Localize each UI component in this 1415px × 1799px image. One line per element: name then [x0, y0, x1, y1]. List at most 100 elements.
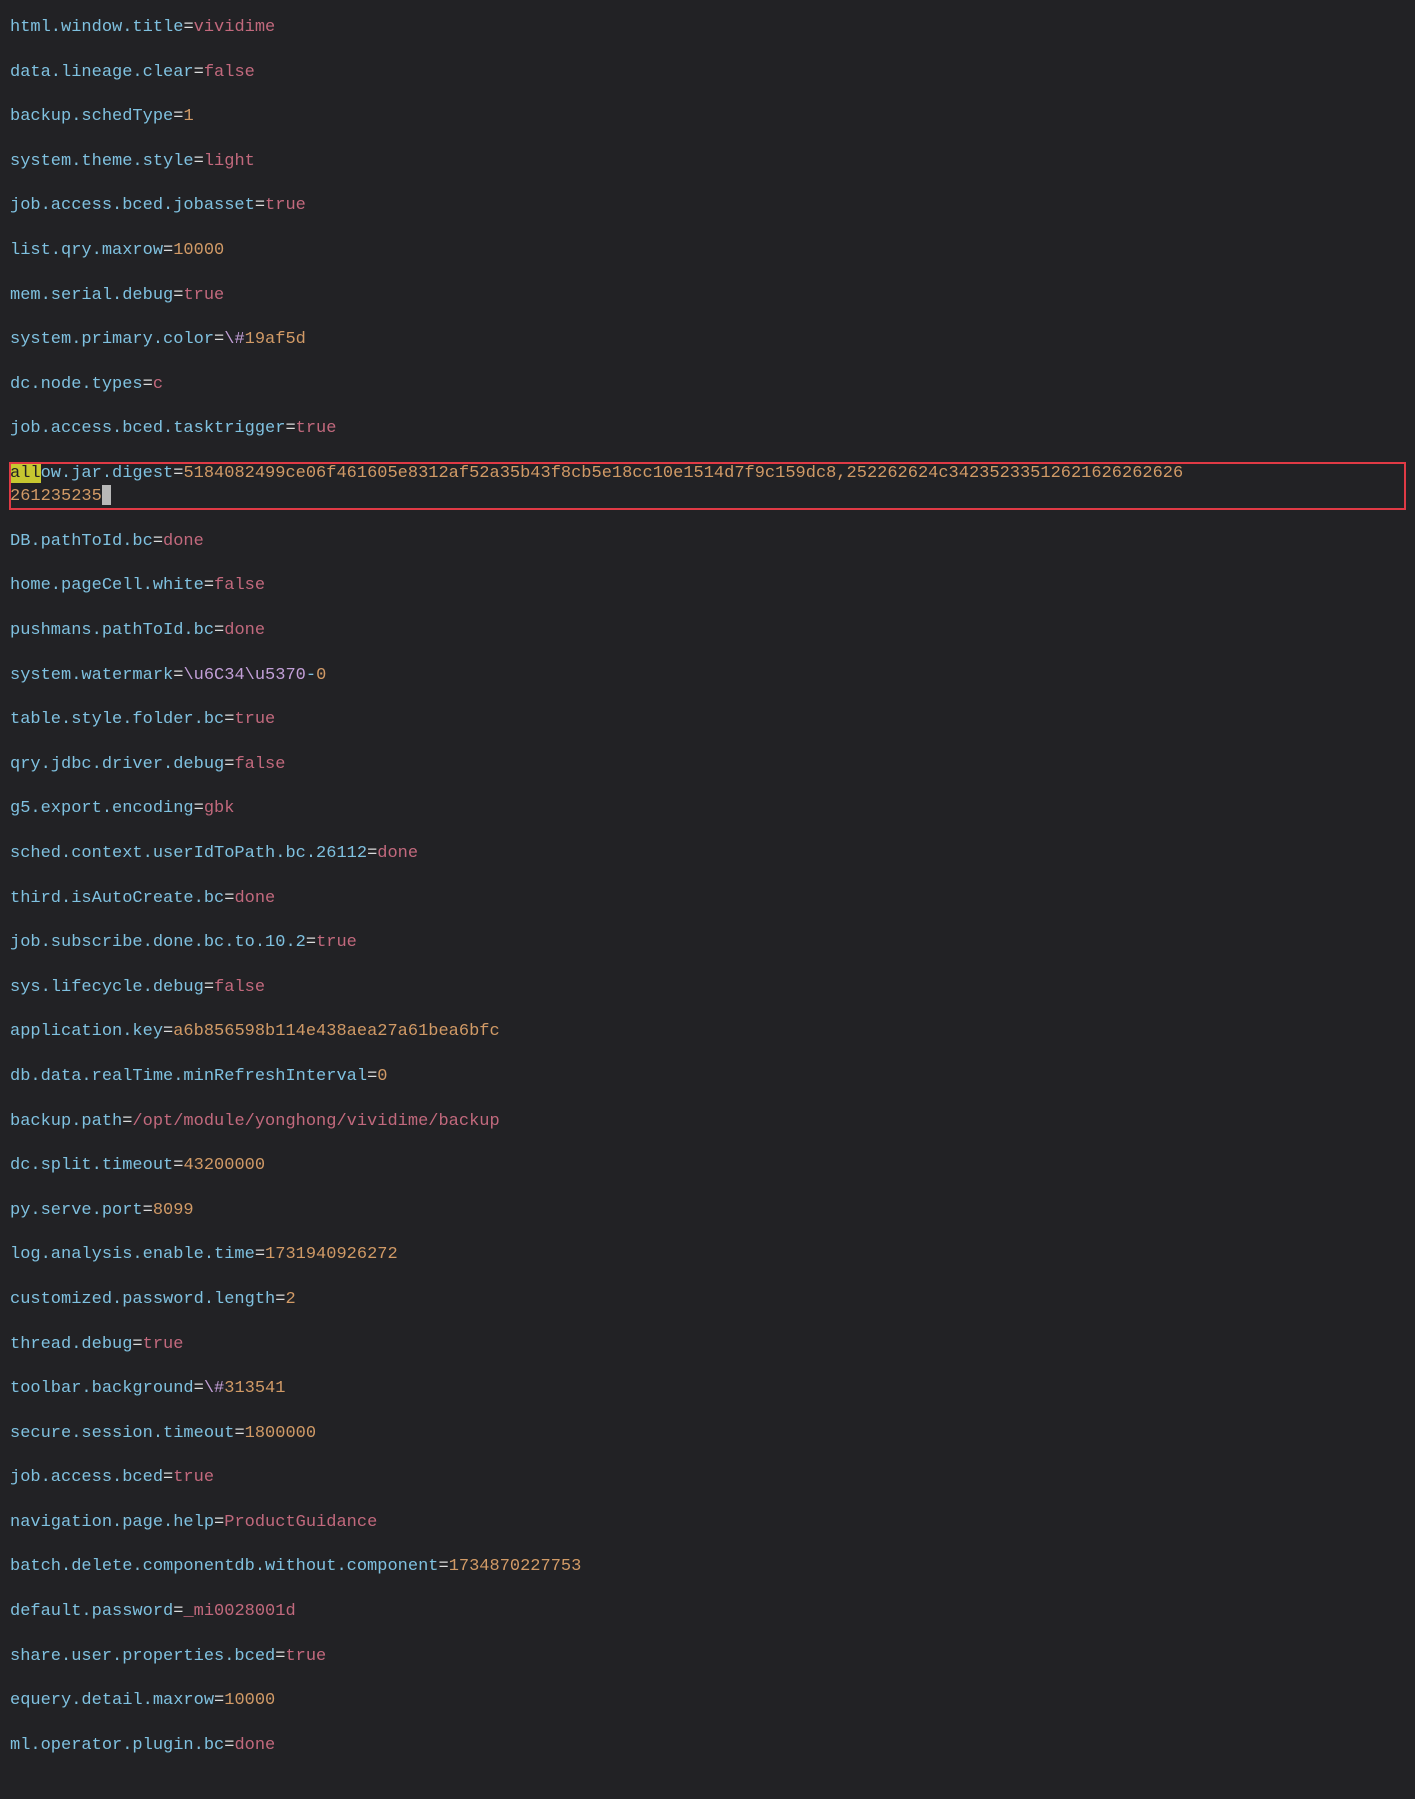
prop-key: application.key — [10, 1022, 163, 1041]
equals-sign: = — [173, 1156, 183, 1175]
prop-key: system.primary.color — [10, 330, 214, 349]
prop-key: html.window.title — [10, 18, 183, 37]
prop-value: false — [214, 978, 265, 997]
prop-key: default.password — [10, 1602, 173, 1621]
config-line: batch.delete.componentdb.without.compone… — [10, 1556, 1405, 1578]
config-line: default.password=_mi0028001d — [10, 1601, 1405, 1623]
config-line: equery.detail.maxrow=10000 — [10, 1690, 1405, 1712]
prop-key: customized.password.length — [10, 1290, 275, 1309]
prop-key: third.isAutoCreate.bc — [10, 889, 224, 908]
prop-key: navigation.page.help — [10, 1513, 214, 1532]
equals-sign: = — [367, 1067, 377, 1086]
equals-sign: = — [204, 576, 214, 595]
prop-value: done — [234, 889, 275, 908]
config-line: allow.jar.digest=5184082499ce06f461605e8… — [10, 463, 1405, 509]
prop-value: false — [234, 755, 285, 774]
text-cursor — [102, 485, 111, 505]
equals-sign: = — [194, 152, 204, 171]
prop-value: done — [234, 1736, 275, 1755]
config-line: job.subscribe.done.bc.to.10.2=true — [10, 932, 1405, 954]
prop-key: py.serve.port — [10, 1201, 143, 1220]
prop-key: ml.operator.plugin.bc — [10, 1736, 224, 1755]
equals-sign: = — [143, 375, 153, 394]
prop-key: secure.session.timeout — [10, 1424, 234, 1443]
equals-sign: = — [234, 1424, 244, 1443]
config-line: customized.password.length=2 — [10, 1289, 1405, 1311]
equals-sign: = — [214, 1691, 224, 1710]
prop-value: 1734870227753 — [449, 1557, 582, 1576]
equals-sign: = — [194, 1379, 204, 1398]
config-line: backup.path=/opt/module/yonghong/vividim… — [10, 1111, 1405, 1133]
prop-value: true — [296, 419, 337, 438]
prop-value: 1 — [183, 107, 193, 126]
equals-sign: = — [255, 1245, 265, 1264]
equals-sign: = — [204, 978, 214, 997]
prop-key: data.lineage.clear — [10, 63, 194, 82]
equals-sign: = — [153, 532, 163, 551]
prop-key: job.subscribe.done.bc.to.10.2 — [10, 933, 306, 952]
config-line: g5.export.encoding=gbk — [10, 798, 1405, 820]
equals-sign: = — [438, 1557, 448, 1576]
config-line: DB.pathToId.bc=done — [10, 531, 1405, 553]
prop-value: ProductGuidance — [224, 1513, 377, 1532]
prop-value: true — [234, 710, 275, 729]
equals-sign: = — [224, 1736, 234, 1755]
prop-key: qry.jdbc.driver.debug — [10, 755, 224, 774]
prop-key: list.qry.maxrow — [10, 241, 163, 260]
prop-value: 1731940926272 — [265, 1245, 398, 1264]
prop-value: true — [265, 196, 306, 215]
code-editor[interactable]: html.window.title=vividime data.lineage.… — [0, 17, 1415, 1783]
prop-value: false — [204, 63, 255, 82]
prop-key: log.analysis.enable.time — [10, 1245, 255, 1264]
equals-sign: = — [255, 196, 265, 215]
equals-sign: = — [194, 799, 204, 818]
prop-key: db.data.realTime.minRefreshInterval — [10, 1067, 367, 1086]
prop-value: true — [143, 1335, 184, 1354]
prop-value: 1800000 — [245, 1424, 316, 1443]
equals-sign: = — [173, 107, 183, 126]
config-line: pushmans.pathToId.bc=done — [10, 620, 1405, 642]
config-line: system.watermark=\u6C34\u5370-0 — [10, 665, 1405, 687]
prop-value: gbk — [204, 799, 235, 818]
prop-value: 2 — [285, 1290, 295, 1309]
config-line: system.theme.style=light — [10, 151, 1405, 173]
prop-key: ow.jar.digest — [41, 464, 174, 483]
config-line: log.analysis.enable.time=1731940926272 — [10, 1244, 1405, 1266]
equals-sign: = — [214, 621, 224, 640]
prop-value: light — [204, 152, 255, 171]
config-line: backup.schedType=1 — [10, 106, 1405, 128]
prop-key: toolbar.background — [10, 1379, 194, 1398]
config-line: share.user.properties.bced=true — [10, 1646, 1405, 1668]
equals-sign: = — [224, 755, 234, 774]
equals-sign: = — [173, 464, 183, 483]
prop-value: 8099 — [153, 1201, 194, 1220]
prop-key: job.access.bced.jobasset — [10, 196, 255, 215]
prop-key: sys.lifecycle.debug — [10, 978, 204, 997]
equals-sign: = — [194, 63, 204, 82]
config-line: application.key=a6b856598b114e438aea27a6… — [10, 1021, 1405, 1043]
prop-key: mem.serial.debug — [10, 286, 173, 305]
config-line: third.isAutoCreate.bc=done — [10, 888, 1405, 910]
equals-sign: = — [163, 241, 173, 260]
equals-sign: = — [214, 330, 224, 349]
config-line: qry.jdbc.driver.debug=false — [10, 754, 1405, 776]
config-line: job.access.bced.jobasset=true — [10, 195, 1405, 217]
equals-sign: = — [173, 1602, 183, 1621]
equals-sign: = — [214, 1513, 224, 1532]
prop-value: 0 — [377, 1067, 387, 1086]
equals-sign: = — [143, 1201, 153, 1220]
config-line: html.window.title=vividime — [10, 17, 1405, 39]
config-line: toolbar.background=\#313541 — [10, 1378, 1405, 1400]
prop-key: pushmans.pathToId.bc — [10, 621, 214, 640]
equals-sign: = — [122, 1112, 132, 1131]
equals-sign: = — [132, 1335, 142, 1354]
config-line: table.style.folder.bc=true — [10, 709, 1405, 731]
equals-sign: = — [224, 889, 234, 908]
config-line: job.access.bced.tasktrigger=true — [10, 418, 1405, 440]
config-line: sched.context.userIdToPath.bc.26112=done — [10, 843, 1405, 865]
prop-key: batch.delete.componentdb.without.compone… — [10, 1557, 438, 1576]
equals-sign: = — [163, 1468, 173, 1487]
prop-key: g5.export.encoding — [10, 799, 194, 818]
prop-value: true — [285, 1647, 326, 1666]
config-line: db.data.realTime.minRefreshInterval=0 — [10, 1066, 1405, 1088]
